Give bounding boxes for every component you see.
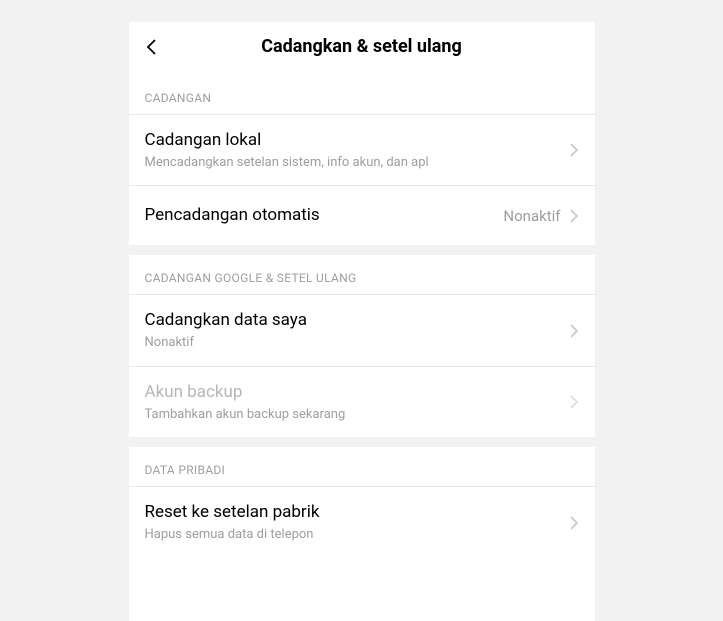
item-text: Pencadangan otomatis	[145, 204, 504, 227]
item-right: Nonaktif	[503, 207, 578, 225]
item-text: Reset ke setelan pabrik Hapus semua data…	[145, 501, 569, 543]
chevron-right-icon	[569, 394, 579, 410]
item-subtitle: Tambahkan akun backup sekarang	[145, 406, 569, 424]
item-right	[569, 142, 579, 158]
item-title: Akun backup	[145, 381, 569, 404]
chevron-right-icon	[569, 515, 579, 531]
header-bar: Cadangkan & setel ulang	[129, 22, 595, 75]
section-header-backup: CADANGAN	[129, 75, 595, 115]
item-right	[569, 323, 579, 339]
item-text: Cadangkan data saya Nonaktif	[145, 309, 569, 351]
item-factory-reset[interactable]: Reset ke setelan pabrik Hapus semua data…	[129, 487, 595, 557]
section-header-google: CADANGAN GOOGLE & SETEL ULANG	[129, 255, 595, 295]
item-subtitle: Mencadangkan setelan sistem, info akun, …	[145, 154, 569, 172]
item-backup-account[interactable]: Akun backup Tambahkan akun backup sekara…	[129, 367, 595, 437]
page-title: Cadangkan & setel ulang	[145, 36, 579, 57]
chevron-right-icon	[569, 142, 579, 158]
section-gap	[129, 437, 595, 447]
item-right	[569, 394, 579, 410]
settings-screen: Cadangkan & setel ulang CADANGAN Cadanga…	[129, 22, 595, 621]
item-right	[569, 515, 579, 531]
section-gap	[129, 245, 595, 255]
item-text: Akun backup Tambahkan akun backup sekara…	[145, 381, 569, 423]
item-auto-backup[interactable]: Pencadangan otomatis Nonaktif	[129, 186, 595, 245]
item-text: Cadangan lokal Mencadangkan setelan sist…	[145, 129, 569, 171]
item-subtitle: Hapus semua data di telepon	[145, 526, 569, 544]
chevron-right-icon	[569, 323, 579, 339]
section-header-label: CADANGAN	[145, 91, 212, 105]
item-title: Pencadangan otomatis	[145, 204, 504, 227]
item-title: Cadangkan data saya	[145, 309, 569, 332]
back-icon[interactable]	[145, 37, 159, 57]
item-subtitle: Nonaktif	[145, 334, 569, 352]
section-header-label: CADANGAN GOOGLE & SETEL ULANG	[145, 271, 357, 285]
item-local-backup[interactable]: Cadangan lokal Mencadangkan setelan sist…	[129, 115, 595, 186]
item-value: Nonaktif	[503, 207, 560, 225]
section-header-label: DATA PRIBADI	[145, 463, 226, 477]
item-title: Reset ke setelan pabrik	[145, 501, 569, 524]
item-title: Cadangan lokal	[145, 129, 569, 152]
chevron-right-icon	[569, 208, 579, 224]
item-backup-my-data[interactable]: Cadangkan data saya Nonaktif	[129, 295, 595, 366]
section-header-personal: DATA PRIBADI	[129, 447, 595, 487]
